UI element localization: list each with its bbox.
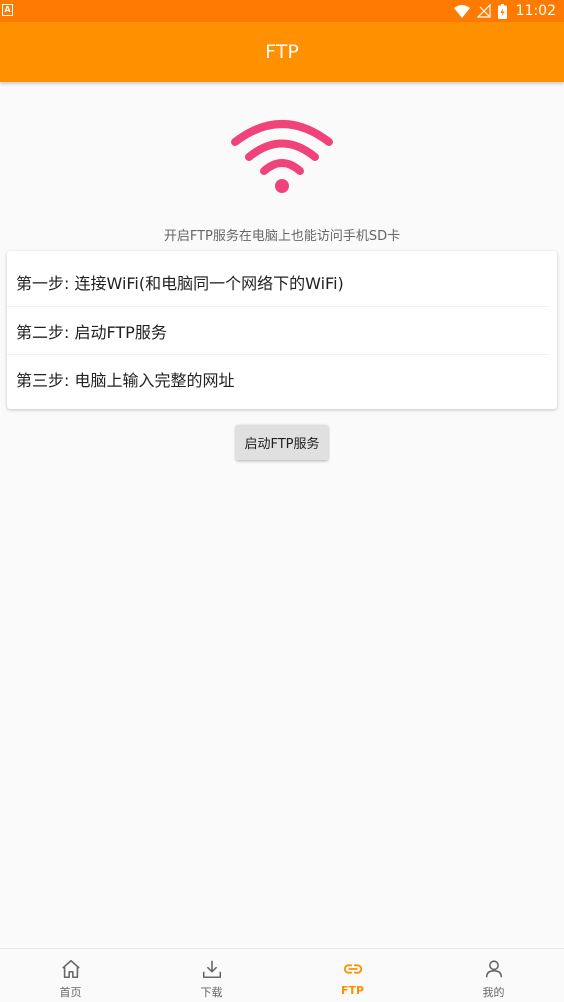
step-1: 第一步: 连接WiFi(和电脑同一个网络下的WiFi) — [7, 251, 549, 307]
ftp-hint-text: 开启FTP服务在电脑上也能访问手机SD卡 — [163, 229, 401, 244]
battery-charging-icon — [497, 3, 507, 19]
status-icons: 11:02 — [453, 2, 556, 20]
page-title: FTP — [265, 41, 299, 63]
start-ftp-button[interactable]: 启动FTP服务 — [236, 425, 328, 460]
nav-label-mine: 我的 — [482, 986, 505, 999]
status-time: 11:02 — [515, 3, 556, 19]
home-icon — [61, 959, 80, 979]
nav-item-ftp[interactable]: FTP — [282, 949, 423, 1002]
wifi-icon — [230, 118, 334, 198]
download-icon — [202, 960, 221, 979]
nav-item-download[interactable]: 下载 — [141, 949, 282, 1002]
nav-item-mine[interactable]: 我的 — [423, 949, 564, 1002]
nav-item-home[interactable]: 首页 — [0, 949, 141, 1002]
step-2: 第二步: 启动FTP服务 — [7, 307, 549, 355]
person-icon — [485, 960, 502, 978]
bottom-nav: 首页 下载 FTP 我的 — [0, 948, 564, 1002]
step-3: 第三步: 电脑上输入完整的网址 — [16, 371, 235, 390]
nav-label-download: 下载 — [200, 986, 223, 999]
app-bar: FTP — [0, 22, 564, 82]
status-bar: A 11:02 — [0, 0, 564, 22]
no-signal-icon — [476, 4, 491, 18]
steps-card: 第一步: 连接WiFi(和电脑同一个网络下的WiFi) 第二步: 启动FTP服务… — [7, 251, 557, 409]
link-icon — [343, 964, 362, 974]
notification-a-icon: A — [2, 4, 13, 16]
nav-label-home: 首页 — [59, 986, 82, 999]
nav-label-ftp: FTP — [340, 984, 365, 997]
wifi-signal-icon — [453, 4, 470, 18]
